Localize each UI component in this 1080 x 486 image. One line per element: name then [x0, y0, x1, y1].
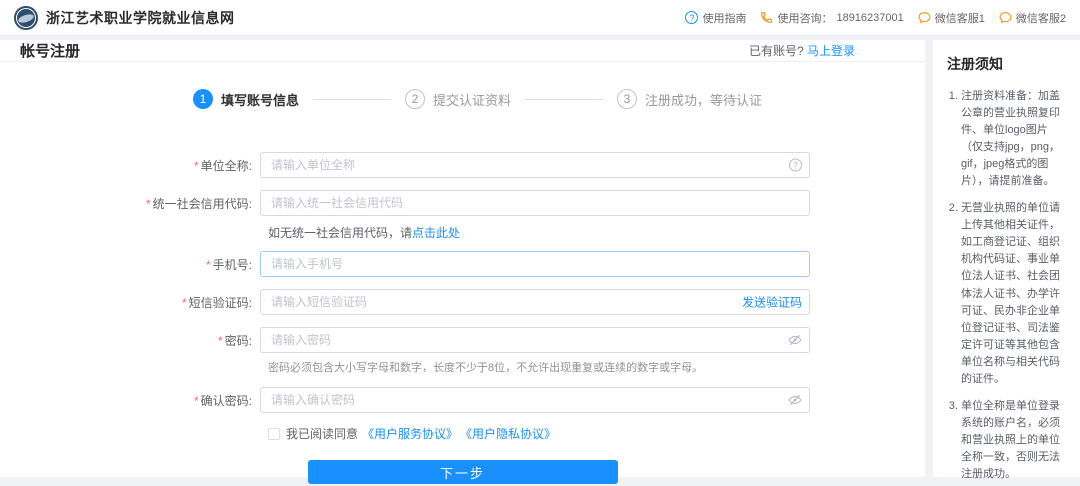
privacy-agreement-link[interactable]: 《用户隐私协议》: [460, 425, 556, 442]
phone-input[interactable]: [260, 251, 810, 277]
question-circle-icon: ?: [685, 11, 698, 24]
site-title: 浙江艺术职业学院就业信息网: [46, 8, 235, 28]
chat-bubble-icon: [999, 11, 1012, 24]
credit-code-input[interactable]: [260, 190, 810, 216]
step-3-label: 注册成功，等待认证: [645, 90, 762, 109]
usage-guide-link[interactable]: ? 使用指南: [685, 10, 746, 26]
step-connector: [313, 99, 391, 100]
credit-note-text: 如无统一社会信用代码，请: [268, 226, 412, 240]
top-header: 浙江艺术职业学院就业信息网 ? 使用指南 使用咨询： 18916237001 微…: [0, 0, 1080, 36]
company-name-label: *单位全称:: [0, 157, 260, 174]
confirm-password-label: *确认密码:: [0, 392, 260, 409]
brand: 浙江艺术职业学院就业信息网: [14, 6, 235, 30]
consult-number: 18916237001: [836, 12, 903, 24]
required-marker: *: [194, 394, 199, 408]
register-panel: 帐号注册 已有账号? 马上登录 1 填写账号信息 2 提交认证资料 3: [0, 40, 925, 477]
confirm-password-input[interactable]: [260, 387, 810, 413]
notice-panel: 注册须知 注册资料准备：加盖公章的营业执照复印件、单位logo图片（仅支持jpg…: [933, 40, 1080, 477]
agreement-text: 我已阅读同意: [286, 425, 358, 442]
credit-code-label: *统一社会信用代码:: [0, 195, 260, 212]
wechat-service2-link[interactable]: 微信客服2: [999, 10, 1066, 26]
eye-off-icon: [788, 333, 802, 347]
step-2-number: 2: [405, 89, 425, 109]
password-input[interactable]: [260, 327, 810, 353]
register-form: *单位全称: ? *统一社会信用代码: 如无统一社会信用代码，请点击此处: [0, 152, 925, 484]
company-name-input[interactable]: [260, 152, 810, 178]
chat-bubble-icon: [918, 11, 931, 24]
password-rule-hint: 密码必须包含大小写字母和数字，长度不少于8位，不允许出现重复或连续的数字或字母。: [268, 359, 925, 375]
notice-item: 无营业执照的单位请上传其他相关证件，如工商登记证、组织机构代码证、事业单位法人证…: [961, 200, 1068, 388]
wechat-service1-link[interactable]: 微信客服1: [918, 10, 985, 26]
notice-item: 单位全称是单位登录系统的账户名，必须和营业执照上的单位全称一致，否则无法注册成功…: [961, 398, 1068, 483]
phone-icon: [760, 11, 773, 24]
send-sms-code-button[interactable]: 发送验证码: [742, 294, 802, 311]
question-circle-icon: ?: [789, 159, 802, 172]
notice-item: 注册资料准备：加盖公章的营业执照复印件、单位logo图片（仅支持jpg，png，…: [961, 88, 1068, 190]
required-marker: *: [206, 258, 211, 272]
page-title: 帐号注册: [20, 40, 80, 61]
next-step-button[interactable]: 下一步: [308, 460, 618, 484]
wechat-service2-label: 微信客服2: [1016, 10, 1066, 26]
password-label: *密码:: [0, 332, 260, 349]
notice-list: 注册资料准备：加盖公章的营业执照复印件、单位logo图片（仅支持jpg，png，…: [947, 88, 1068, 486]
field-help-suffix[interactable]: ?: [789, 159, 802, 172]
no-credit-code-link[interactable]: 点击此处: [412, 226, 460, 240]
wechat-service1-label: 微信客服1: [935, 10, 985, 26]
have-account-text: 已有账号?: [749, 44, 804, 58]
required-marker: *: [194, 159, 199, 173]
consult-label: 使用咨询：: [777, 10, 832, 26]
step-1-label: 填写账号信息: [221, 90, 299, 109]
required-marker: *: [146, 197, 151, 211]
step-2-label: 提交认证资料: [433, 90, 511, 109]
sms-code-input[interactable]: [260, 289, 810, 315]
login-now-link[interactable]: 马上登录: [807, 44, 855, 58]
step-3-number: 3: [617, 89, 637, 109]
step-3: 3 注册成功，等待认证: [617, 89, 762, 109]
eye-off-icon: [788, 393, 802, 407]
notice-title: 注册须知: [947, 54, 1068, 74]
usage-guide-label: 使用指南: [702, 10, 746, 26]
service-agreement-link[interactable]: 《用户服务协议》: [362, 425, 458, 442]
register-panel-head: 帐号注册 已有账号? 马上登录: [0, 40, 925, 62]
consult-phone: 使用咨询： 18916237001: [760, 10, 903, 26]
stepper: 1 填写账号信息 2 提交认证资料 3 注册成功，等待认证: [30, 88, 925, 110]
step-connector: [525, 99, 603, 100]
step-1-number: 1: [193, 89, 213, 109]
phone-label: *手机号:: [0, 256, 260, 273]
site-logo-icon: [14, 6, 38, 30]
required-marker: *: [182, 296, 187, 310]
sms-code-label: *短信验证码:: [0, 294, 260, 311]
header-links: ? 使用指南 使用咨询： 18916237001 微信客服1 微信客服2: [685, 10, 1066, 26]
agreement-checkbox[interactable]: [268, 428, 280, 440]
toggle-password-visibility[interactable]: [788, 333, 802, 347]
step-1: 1 填写账号信息: [193, 89, 299, 109]
toggle-confirm-visibility[interactable]: [788, 393, 802, 407]
step-2: 2 提交认证资料: [405, 89, 511, 109]
required-marker: *: [218, 334, 223, 348]
